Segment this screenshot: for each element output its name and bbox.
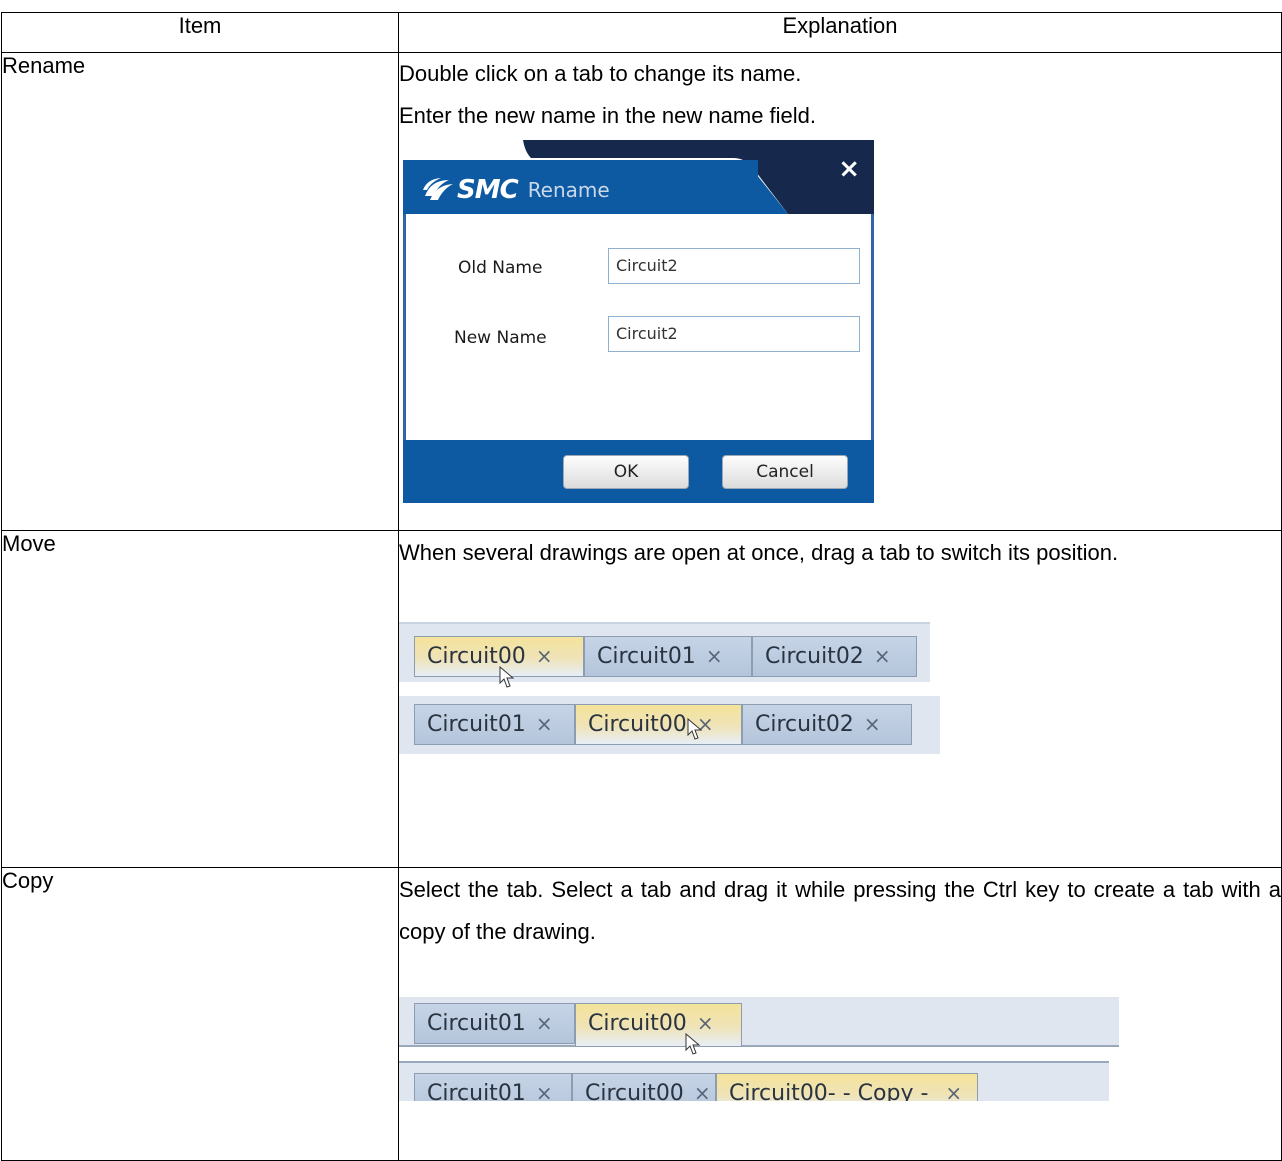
tab-circuit00[interactable]: Circuit00 × [575, 1003, 742, 1047]
dialog-brand: SMC [457, 175, 519, 205]
copy-text: Select the tab. Select a tab and drag it… [399, 877, 1281, 944]
tab-circuit02[interactable]: Circuit02 × [742, 704, 912, 745]
cancel-button[interactable]: Cancel [722, 455, 848, 489]
row-rename-explanation: Double click on a tab to change its name… [398, 52, 1282, 531]
dialog-titlebar: SMC Rename × [403, 140, 874, 214]
dialog-logo: SMC Rename [421, 175, 610, 205]
old-name-label: Old Name [458, 258, 543, 278]
tab-circuit00-copy[interactable]: Circuit00- - Copy - × [716, 1073, 978, 1101]
new-name-label: New Name [454, 328, 547, 348]
move-tabstrip-before: Circuit00 × Circuit01 × Circuit02 × [399, 622, 930, 688]
new-name-field[interactable]: Circuit2 [608, 316, 860, 352]
mouse-cursor-icon [687, 718, 703, 740]
ok-button[interactable]: OK [563, 455, 689, 489]
tab-label: Circuit01 [597, 644, 696, 669]
tab-close-icon[interactable]: × [874, 644, 891, 668]
tab-circuit01[interactable]: Circuit01 × [414, 1073, 572, 1101]
tab-label: Circuit00 [585, 1081, 684, 1101]
copy-tabstrip-after: Circuit01 × Circuit00 × Circuit00- - Copy … [399, 1061, 1109, 1101]
tab-close-icon[interactable]: × [536, 1011, 553, 1035]
smc-logo-icon [423, 178, 453, 200]
dialog-footer: OK Cancel [403, 440, 874, 503]
old-name-field[interactable]: Circuit2 [608, 248, 860, 284]
rename-line-1: Double click on a tab to change its name… [399, 61, 802, 86]
move-text: When several drawings are open at once, … [399, 540, 1119, 565]
row-move-explanation: When several drawings are open at once, … [398, 530, 1282, 868]
tab-circuit00[interactable]: Circuit00 × [572, 1073, 716, 1101]
tab-label: Circuit01 [427, 1011, 526, 1036]
tab-close-icon[interactable]: × [864, 712, 881, 736]
row-copy-item: Copy [1, 867, 399, 1161]
tab-circuit01[interactable]: Circuit01 × [414, 704, 575, 745]
tab-close-icon[interactable]: × [706, 644, 723, 668]
row-copy-explanation: Select the tab. Select a tab and drag it… [398, 867, 1282, 1161]
row-move-item: Move [1, 530, 399, 868]
tab-close-icon[interactable]: × [694, 1081, 711, 1101]
mouse-cursor-icon [685, 1033, 701, 1055]
tab-circuit02[interactable]: Circuit02 × [752, 636, 917, 677]
tab-circuit01[interactable]: Circuit01 × [414, 1003, 575, 1044]
close-icon[interactable]: × [838, 156, 860, 182]
tab-close-icon[interactable]: × [945, 1081, 962, 1101]
dialog-title: Rename [527, 178, 610, 202]
tab-label: Circuit01 [427, 1081, 526, 1101]
tab-close-icon[interactable]: × [536, 712, 553, 736]
explanation-table: Item Explanation Rename Double click on … [1, 12, 1282, 1161]
tab-label: Circuit00 [588, 712, 687, 737]
tab-close-icon[interactable]: × [536, 644, 553, 668]
mouse-cursor-icon [499, 666, 515, 688]
tab-close-icon[interactable]: × [536, 1081, 553, 1101]
tab-label: Circuit02 [765, 644, 864, 669]
tab-close-icon[interactable]: × [697, 1011, 714, 1035]
rename-line-2: Enter the new name in the new name field… [399, 103, 817, 128]
tab-label: Circuit01 [427, 712, 526, 737]
header-explanation: Explanation [398, 12, 1282, 53]
move-tabstrip-after: Circuit01 × Circuit00 × Circuit02 × [399, 696, 940, 754]
copy-tabstrip-before: Circuit01 × Circuit00 × [399, 997, 1119, 1055]
tab-circuit00[interactable]: Circuit00 × [575, 704, 742, 745]
dialog-body: Old Name Circuit2 New Name Circuit2 [403, 214, 874, 444]
tab-circuit01[interactable]: Circuit01 × [584, 636, 752, 677]
tab-label: Circuit00 [588, 1011, 687, 1036]
rename-dialog: SMC Rename × Old Name Circuit2 New Name … [403, 140, 874, 503]
tab-label: Circuit02 [755, 712, 854, 737]
row-rename-item: Rename [1, 52, 399, 531]
tab-label: Circuit00- - Copy - [729, 1081, 936, 1101]
header-item: Item [1, 12, 399, 53]
